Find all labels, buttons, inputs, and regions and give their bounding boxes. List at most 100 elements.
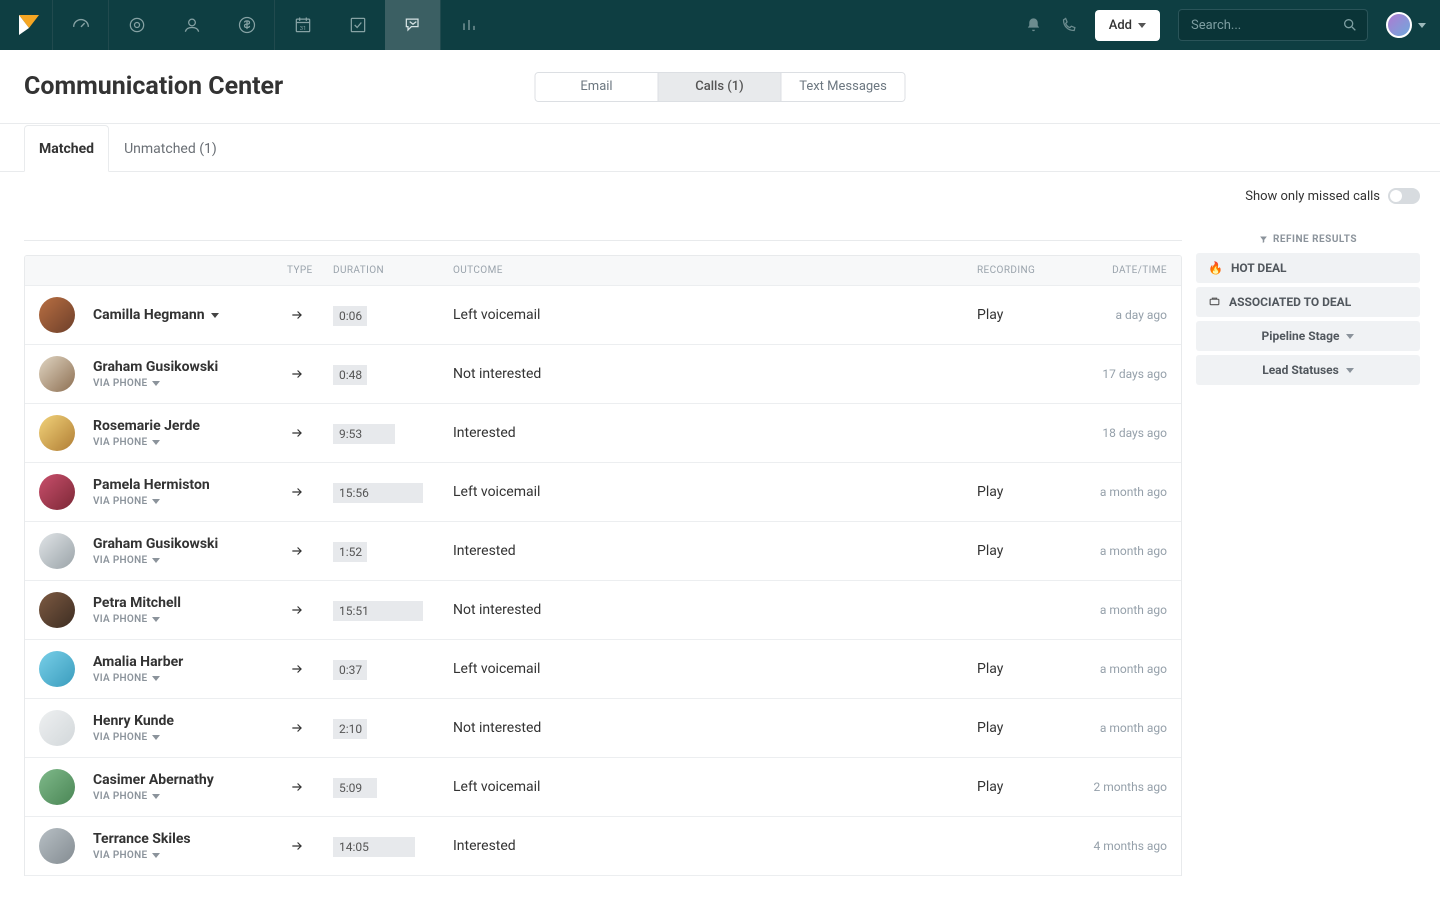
contact-name[interactable]: Casimer Abernathy bbox=[93, 772, 214, 788]
seg-text[interactable]: Text Messages bbox=[782, 73, 905, 101]
nav-reports[interactable] bbox=[441, 0, 496, 50]
search-icon[interactable] bbox=[1342, 17, 1358, 33]
contact-avatar[interactable] bbox=[39, 474, 75, 510]
phone-icon[interactable] bbox=[1060, 17, 1077, 34]
contact-avatar[interactable] bbox=[39, 592, 75, 628]
call-date: 17 days ago bbox=[1057, 367, 1167, 381]
filter-associated-deal[interactable]: ASSOCIATED TO DEAL bbox=[1196, 287, 1420, 317]
nav-deals[interactable] bbox=[219, 0, 274, 50]
call-direction-icon bbox=[287, 603, 333, 617]
filter-lead-statuses[interactable]: Lead Statuses bbox=[1196, 355, 1420, 385]
refine-title: REFINE RESULTS bbox=[1196, 234, 1420, 245]
play-recording[interactable]: Play bbox=[977, 779, 1057, 795]
tab-matched[interactable]: Matched bbox=[24, 125, 109, 172]
duration-bar: 14:05 bbox=[333, 837, 415, 857]
search-wrap bbox=[1178, 9, 1368, 41]
call-direction-icon bbox=[287, 780, 333, 794]
call-date: 4 months ago bbox=[1057, 839, 1167, 853]
brand-logo[interactable] bbox=[14, 10, 44, 40]
play-recording[interactable]: Play bbox=[977, 307, 1057, 323]
contact-via[interactable]: VIA PHONE bbox=[93, 850, 191, 861]
duration-bar: 15:51 bbox=[333, 601, 423, 621]
page-title: Communication Center bbox=[24, 72, 283, 101]
nav-contacts[interactable] bbox=[164, 0, 219, 50]
tag-icon bbox=[1208, 296, 1221, 309]
contact-name[interactable]: Graham Gusikowski bbox=[93, 359, 218, 375]
call-direction-icon bbox=[287, 308, 333, 322]
call-outcome: Left voicemail bbox=[453, 484, 977, 500]
play-recording[interactable]: Play bbox=[977, 484, 1057, 500]
chevron-down-icon bbox=[1346, 368, 1354, 373]
contact-via[interactable]: VIA PHONE bbox=[93, 614, 181, 625]
contact-name[interactable]: Terrance Skiles bbox=[93, 831, 191, 847]
duration-bar: 0:48 bbox=[333, 365, 367, 385]
nav-tasks[interactable] bbox=[330, 0, 385, 50]
filter-hot-deal[interactable]: 🔥 HOT DEAL bbox=[1196, 253, 1420, 283]
contact-via[interactable]: VIA PHONE bbox=[93, 437, 200, 448]
contact-via[interactable]: VIA PHONE bbox=[93, 791, 214, 802]
flame-icon: 🔥 bbox=[1208, 261, 1223, 275]
contact-name[interactable]: Rosemarie Jerde bbox=[93, 418, 200, 434]
seg-email[interactable]: Email bbox=[536, 73, 659, 101]
contact-name[interactable]: Petra Mitchell bbox=[93, 595, 181, 611]
contact-name[interactable]: Amalia Harber bbox=[93, 654, 183, 670]
contact-avatar[interactable] bbox=[39, 415, 75, 451]
contact-name[interactable]: Graham Gusikowski bbox=[93, 536, 218, 552]
call-direction-icon bbox=[287, 426, 333, 440]
search-input[interactable] bbox=[1178, 9, 1368, 41]
contact-avatar[interactable] bbox=[39, 651, 75, 687]
contact-name[interactable]: Camilla Hegmann bbox=[93, 307, 219, 323]
table-row: Henry Kunde VIA PHONE 2:10 Not intereste… bbox=[25, 699, 1181, 758]
contact-avatar[interactable] bbox=[39, 769, 75, 805]
call-date: 2 months ago bbox=[1057, 780, 1167, 794]
call-direction-icon bbox=[287, 367, 333, 381]
main-content: TYPE DURATION OUTCOME RECORDING DATE/TIM… bbox=[10, 172, 1196, 876]
channel-segment: Email Calls (1) Text Messages bbox=[535, 72, 906, 102]
call-outcome: Not interested bbox=[453, 720, 977, 736]
table-row: Amalia Harber VIA PHONE 0:37 Left voicem… bbox=[25, 640, 1181, 699]
nav-calendar[interactable]: 31 bbox=[275, 0, 330, 50]
svg-text:31: 31 bbox=[299, 26, 306, 32]
play-recording[interactable]: Play bbox=[977, 720, 1057, 736]
play-recording[interactable]: Play bbox=[977, 543, 1057, 559]
missed-calls-label: Show only missed calls bbox=[1245, 189, 1380, 204]
topbar: 31 Add bbox=[0, 0, 1440, 50]
seg-calls[interactable]: Calls (1) bbox=[659, 73, 782, 101]
contact-via[interactable]: VIA PHONE bbox=[93, 555, 218, 566]
missed-calls-toggle[interactable] bbox=[1388, 188, 1420, 204]
contact-via[interactable]: VIA PHONE bbox=[93, 673, 183, 684]
add-button[interactable]: Add bbox=[1095, 10, 1160, 41]
call-direction-icon bbox=[287, 662, 333, 676]
contact-via[interactable]: VIA PHONE bbox=[93, 732, 174, 743]
user-menu[interactable] bbox=[1386, 12, 1426, 38]
table-row: Graham Gusikowski VIA PHONE 0:48 Not int… bbox=[25, 345, 1181, 404]
contact-via[interactable]: VIA PHONE bbox=[93, 378, 218, 389]
call-date: a month ago bbox=[1057, 485, 1167, 499]
duration-bar: 2:10 bbox=[333, 719, 367, 739]
duration-bar: 15:56 bbox=[333, 483, 423, 503]
tab-unmatched[interactable]: Unmatched (1) bbox=[109, 125, 232, 172]
contact-avatar[interactable] bbox=[39, 356, 75, 392]
call-outcome: Interested bbox=[453, 543, 977, 559]
col-date: DATE/TIME bbox=[1057, 265, 1167, 276]
contact-name[interactable]: Pamela Hermiston bbox=[93, 477, 210, 493]
bell-icon[interactable] bbox=[1025, 17, 1042, 34]
contact-via[interactable]: VIA PHONE bbox=[93, 496, 210, 507]
nav-target[interactable] bbox=[109, 0, 164, 50]
col-type: TYPE bbox=[287, 265, 333, 276]
nav-communication[interactable] bbox=[385, 0, 440, 50]
contact-name[interactable]: Henry Kunde bbox=[93, 713, 174, 729]
contact-avatar[interactable] bbox=[39, 533, 75, 569]
table-row: Graham Gusikowski VIA PHONE 1:52 Interes… bbox=[25, 522, 1181, 581]
play-recording[interactable]: Play bbox=[977, 661, 1057, 677]
contact-avatar[interactable] bbox=[39, 828, 75, 864]
table-row: Petra Mitchell VIA PHONE 15:51 Not inter… bbox=[25, 581, 1181, 640]
filter-pipeline-stage[interactable]: Pipeline Stage bbox=[1196, 321, 1420, 351]
calls-table: TYPE DURATION OUTCOME RECORDING DATE/TIM… bbox=[24, 255, 1182, 876]
call-outcome: Not interested bbox=[453, 602, 977, 618]
duration-bar: 1:52 bbox=[333, 542, 367, 562]
col-outcome: OUTCOME bbox=[453, 265, 977, 276]
nav-dashboard[interactable] bbox=[53, 0, 108, 50]
contact-avatar[interactable] bbox=[39, 710, 75, 746]
contact-avatar[interactable] bbox=[39, 297, 75, 333]
